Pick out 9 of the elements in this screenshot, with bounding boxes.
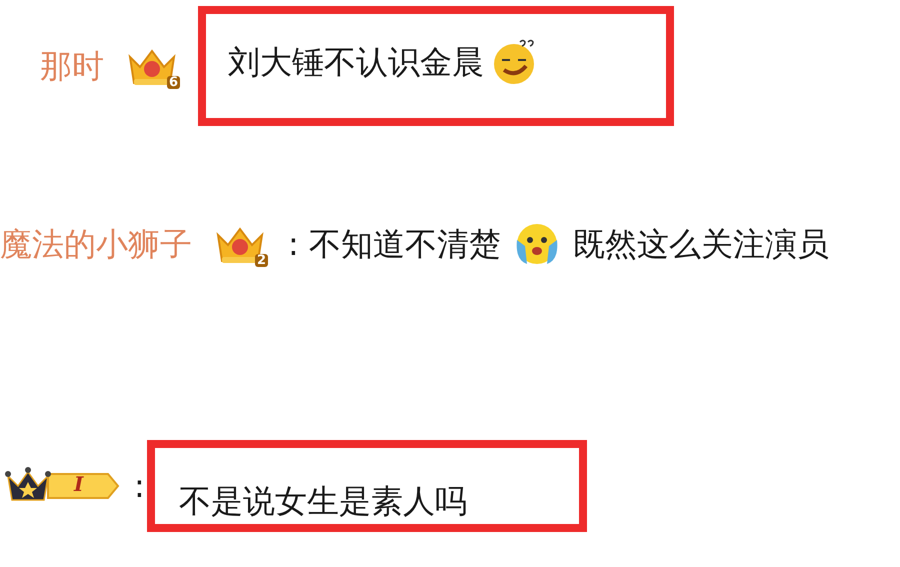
username[interactable]: 魔法的小狮子 <box>0 228 192 260</box>
username[interactable]: 那时 <box>40 50 104 82</box>
comment-text: 既然这么关注演员 <box>572 228 829 260</box>
colon: : <box>288 228 299 260</box>
comment-text: 不是说女生是素人吗 <box>178 485 467 517</box>
comment-text: 不知道不清楚 <box>308 228 501 260</box>
comment-text: 刘大锤不认识金晨 <box>228 46 484 78</box>
member-badge: I <box>4 466 120 506</box>
colon: : <box>134 470 145 502</box>
